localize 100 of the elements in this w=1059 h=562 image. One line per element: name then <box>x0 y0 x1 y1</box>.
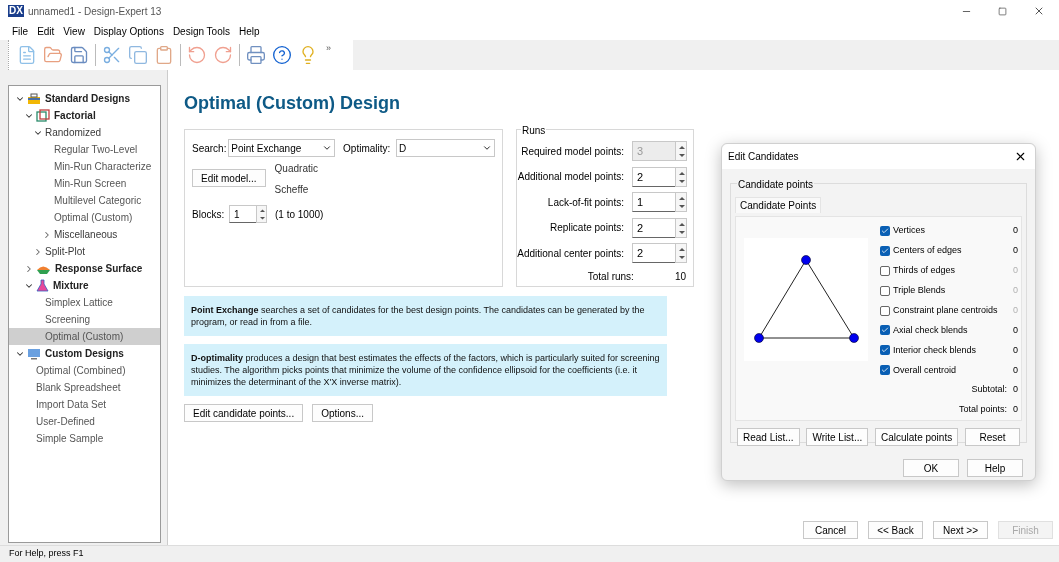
checkbox[interactable] <box>880 365 890 376</box>
number-field[interactable]: 2 <box>632 243 675 263</box>
help-button[interactable]: Help <box>967 459 1023 477</box>
save-icon[interactable] <box>69 45 89 65</box>
checkbox[interactable] <box>880 225 890 236</box>
tree-item[interactable]: User-Defined <box>9 413 160 430</box>
close-icon[interactable] <box>1014 150 1027 163</box>
checkbox[interactable] <box>880 285 890 296</box>
ok-button[interactable]: OK <box>903 459 959 477</box>
tab[interactable]: Candidate Points <box>735 197 822 213</box>
menu-item[interactable]: Edit <box>37 23 55 39</box>
search-dropdown[interactable]: Point Exchange <box>228 139 336 157</box>
model-label: Scheffe <box>274 183 310 197</box>
edit-model-button[interactable]: Edit model... <box>192 169 266 187</box>
tree-item[interactable]: Mixture <box>9 277 160 294</box>
toolbar-overflow[interactable]: » <box>326 42 331 56</box>
printer-icon[interactable] <box>246 45 266 65</box>
point-count: 0 <box>1013 363 1018 377</box>
tree-item[interactable]: Import Data Set <box>9 396 160 413</box>
checkbox[interactable] <box>880 245 890 256</box>
tree-item[interactable]: Min-Run Characterize <box>9 158 160 175</box>
menu-item[interactable]: View <box>63 23 85 39</box>
spin-buttons[interactable] <box>675 243 687 263</box>
menu-item[interactable]: Design Tools <box>172 23 230 39</box>
chevron-right-icon[interactable] <box>24 263 34 274</box>
dialog-title: Edit Candidates <box>728 150 799 164</box>
point-count: 0 <box>1013 343 1018 357</box>
group-title: Candidate points <box>737 177 815 192</box>
field-label: Optimality: <box>343 141 392 156</box>
field-label: Required model points: <box>521 144 624 159</box>
edit-candidates-button[interactable]: Edit candidate points... <box>184 404 304 422</box>
checkbox-label: Overall centroid <box>893 363 957 377</box>
spin-buttons[interactable] <box>675 217 687 238</box>
monitor-icon <box>27 347 41 360</box>
tree-item[interactable]: Optimal (Custom) <box>9 328 160 345</box>
clipboard-icon[interactable] <box>154 45 174 65</box>
wizard-button[interactable]: << Back <box>868 521 923 539</box>
number-field[interactable]: 2 <box>632 217 675 238</box>
tree-item[interactable]: Multilevel Categoric <box>9 192 160 209</box>
menu-item[interactable]: File <box>12 23 29 39</box>
tree-item[interactable]: Standard Designs <box>9 90 160 107</box>
list-button[interactable]: Reset <box>964 428 1020 446</box>
number-field[interactable]: 1 <box>632 192 675 212</box>
checkbox-label: Vertices <box>893 224 925 238</box>
info-note: Point Exchange searches a set of candidates for the best design points. The candidates can be generated by the program, or read in from a file. <box>184 296 667 336</box>
list-button[interactable]: Write List... <box>806 428 869 446</box>
field-label: Search: <box>192 141 228 156</box>
checkbox-label: Thirds of edges <box>893 264 956 277</box>
list-button[interactable]: Calculate points <box>875 428 959 446</box>
tree-item[interactable]: Factorial <box>9 107 160 124</box>
checkbox-label: Axial check blends <box>893 323 968 337</box>
app-logo: DX <box>8 5 24 17</box>
point-count: 0 <box>1013 303 1018 317</box>
maximize-icon[interactable] <box>998 6 1007 16</box>
tree-item[interactable]: Regular Two-Level <box>9 141 160 158</box>
tree-item[interactable]: Randomized <box>9 124 160 141</box>
tree-item[interactable]: Simple Sample <box>9 430 160 447</box>
close-icon[interactable] <box>1033 5 1045 17</box>
tree-item[interactable]: Split-Plot <box>9 243 160 260</box>
spin-buttons[interactable] <box>675 192 687 212</box>
tree-item[interactable]: Custom Designs <box>9 345 160 362</box>
point-count: 0 <box>1013 323 1018 337</box>
wizard-button[interactable]: Next >> <box>933 521 988 539</box>
spin-buttons[interactable] <box>675 141 687 161</box>
tree-item[interactable]: Miscellaneous <box>9 226 160 243</box>
spin-buttons[interactable] <box>256 205 267 223</box>
checkbox[interactable] <box>880 305 890 316</box>
summary-value: 0 <box>1013 383 1018 397</box>
wizard-button[interactable]: Cancel <box>803 521 858 539</box>
optimality-dropdown[interactable]: D <box>395 139 495 157</box>
checkbox[interactable] <box>880 325 890 336</box>
spin-buttons[interactable] <box>675 166 687 187</box>
point-count: 0 <box>1013 244 1018 258</box>
options-button[interactable]: Options... <box>312 404 373 422</box>
tree-item[interactable]: Optimal (Combined) <box>9 362 160 379</box>
tree-item[interactable]: Screening <box>9 311 160 328</box>
checkbox-label: Constraint plane centroids <box>893 303 998 317</box>
chevron-right-icon[interactable] <box>42 229 52 240</box>
cube-icon <box>36 109 50 122</box>
checkbox[interactable] <box>880 265 890 276</box>
menu-item[interactable]: Help <box>238 23 260 39</box>
tree-item[interactable]: Min-Run Screen <box>9 175 160 192</box>
list-button[interactable]: Read List... <box>737 428 800 446</box>
chevron-right-icon[interactable] <box>33 246 43 257</box>
tree-item[interactable]: Blank Spreadsheet <box>9 379 160 396</box>
summary-label: Subtotal: <box>971 383 1007 397</box>
toolbox-icon <box>27 92 41 105</box>
tree-item[interactable]: Simplex Lattice <box>9 294 160 311</box>
tree-item[interactable]: Response Surface <box>9 260 160 277</box>
field-label: Replicate points: <box>550 221 624 235</box>
help-icon[interactable] <box>272 45 292 65</box>
checkbox-label: Interior check blends <box>893 343 977 357</box>
number-field[interactable]: 2 <box>632 166 675 187</box>
tree-item[interactable]: Optimal (Custom) <box>9 209 160 226</box>
field-label: Total runs: <box>587 269 634 284</box>
model-label: Quadratic <box>274 162 318 176</box>
checkbox[interactable] <box>880 345 890 356</box>
menu-item[interactable]: Display Options <box>93 23 164 39</box>
point-count: 0 <box>1013 264 1018 277</box>
field-label: Lack-of-fit points: <box>547 195 624 210</box>
